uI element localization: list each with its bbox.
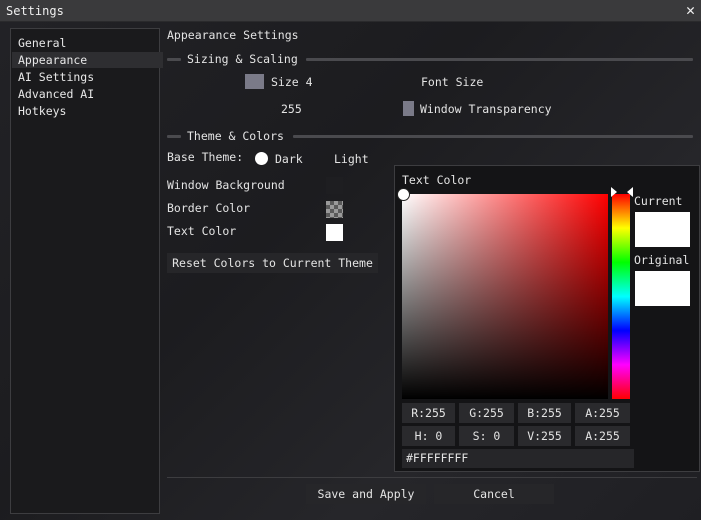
transparency-value[interactable]: 255	[281, 102, 302, 116]
sidebar-item-ai-settings[interactable]: AI Settings	[12, 69, 163, 85]
text-color-swatch[interactable]	[326, 224, 343, 241]
hue-slider[interactable]	[612, 194, 630, 399]
section-divider	[293, 135, 693, 138]
hex-color-input[interactable]: #FFFFFFFF	[402, 449, 634, 468]
original-color-label: Original	[634, 253, 690, 267]
sidebar-item-advanced-ai[interactable]: Advanced AI	[12, 86, 163, 102]
page-title: Appearance Settings	[167, 28, 299, 42]
hue-marker-right-icon	[627, 187, 633, 197]
save-and-apply-button[interactable]: Save and Apply	[306, 484, 426, 504]
transparency-label: Window Transparency	[420, 102, 552, 116]
radio-light-label[interactable]: Light	[334, 152, 369, 166]
color-picker-title: Text Color	[402, 173, 472, 187]
original-color-swatch[interactable]	[635, 271, 690, 306]
sidebar: General Appearance AI Settings Advanced …	[10, 28, 163, 514]
green-channel-field[interactable]: G:255	[459, 403, 514, 423]
saturation-value-area[interactable]	[402, 194, 608, 399]
hue-channel-field[interactable]: H: 0	[402, 426, 455, 446]
sidebar-item-general[interactable]: General	[12, 35, 163, 51]
text-color-label: Text Color	[167, 224, 237, 238]
reset-colors-button[interactable]: Reset Colors to Current Theme	[167, 253, 378, 273]
section-header-theme: Theme & Colors	[187, 129, 284, 143]
cancel-button[interactable]: Cancel	[434, 484, 554, 504]
border-color-swatch[interactable]	[326, 201, 343, 218]
window-titlebar[interactable]: Settings ✕	[0, 0, 701, 22]
sidebar-item-appearance[interactable]: Appearance	[12, 52, 163, 68]
border-color-label: Border Color	[167, 201, 251, 215]
alpha-channel-field[interactable]: A:255	[575, 403, 630, 423]
window-background-label: Window Background	[167, 178, 285, 192]
current-color-swatch	[635, 212, 690, 247]
font-size-label: Font Size	[421, 75, 484, 89]
red-channel-field[interactable]: R:255	[402, 403, 455, 423]
section-divider	[167, 135, 181, 138]
window-background-swatch[interactable]	[326, 177, 343, 194]
close-icon[interactable]: ✕	[686, 1, 695, 19]
blue-channel-field[interactable]: B:255	[518, 403, 571, 423]
section-divider	[167, 58, 181, 61]
footer-divider	[167, 477, 697, 478]
saturation-channel-field[interactable]: S: 0	[459, 426, 514, 446]
section-header-sizing: Sizing & Scaling	[187, 52, 298, 66]
sidebar-item-hotkeys[interactable]: Hotkeys	[12, 103, 163, 119]
alpha-hsv-channel-field[interactable]: A:255	[575, 426, 630, 446]
section-divider	[306, 58, 693, 61]
base-theme-label: Base Theme:	[167, 150, 244, 164]
window-title: Settings	[6, 4, 64, 18]
sv-cursor-icon[interactable]	[397, 188, 410, 201]
radio-dark-label[interactable]: Dark	[275, 152, 303, 166]
font-size-value[interactable]: Size 4	[271, 75, 313, 89]
font-size-slider-grab[interactable]	[245, 74, 264, 89]
current-color-label: Current	[634, 194, 683, 208]
hue-marker-left-icon	[611, 187, 617, 197]
value-channel-field[interactable]: V:255	[518, 426, 571, 446]
radio-dark-icon[interactable]	[255, 152, 268, 165]
transparency-slider-grab[interactable]	[403, 101, 414, 116]
